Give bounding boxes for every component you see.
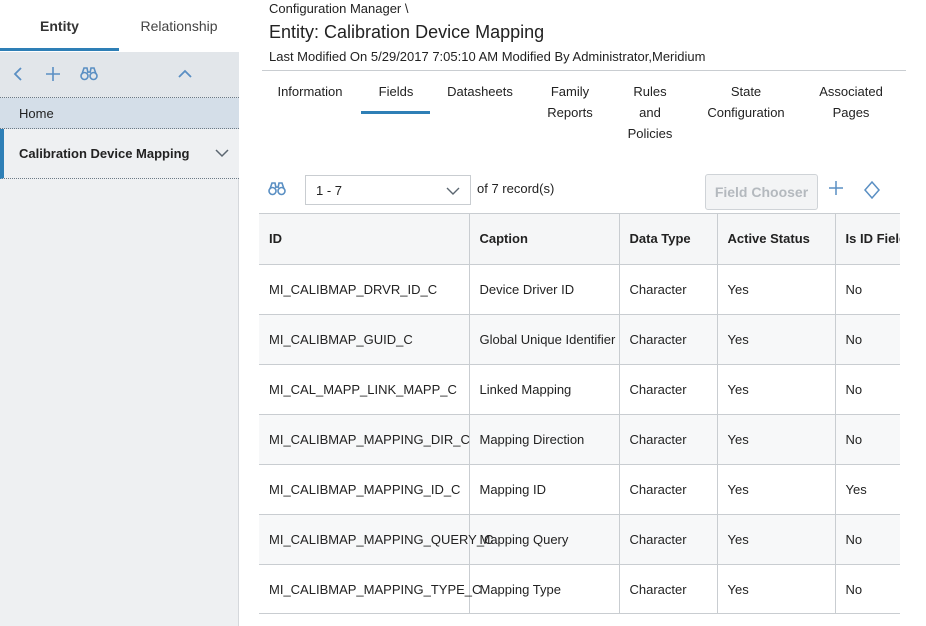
tab-entity[interactable]: Entity xyxy=(0,0,119,52)
cell-id: MI_CAL_MAPP_LINK_MAPP_C xyxy=(259,364,470,415)
table-row[interactable]: MI_CAL_MAPP_LINK_MAPP_C Linked Mapping Cha… xyxy=(259,364,900,415)
active-tab-indicator xyxy=(361,111,430,114)
cell-active-status: Yes xyxy=(717,564,836,613)
table-header-row: ID Caption Data Type Active Status Is ID… xyxy=(259,214,900,265)
table-row[interactable]: MI_CALIBMAP_MAPPING_DIR_C Mapping Directi… xyxy=(259,414,900,465)
cell-id: MI_CALIBMAP_DRVR_ID_C xyxy=(259,264,470,315)
active-tab-indicator xyxy=(0,48,119,51)
cell-active-status: Yes xyxy=(717,514,836,565)
collapse-up-icon[interactable] xyxy=(175,64,195,84)
chevron-down-icon[interactable] xyxy=(215,146,229,160)
cell-is-id-field: No xyxy=(835,414,900,465)
tab-family-reports[interactable]: Family Reports xyxy=(541,81,599,123)
cell-id: MI_CALIBMAP_MAPPING_TYPE_C xyxy=(259,564,481,613)
cell-caption: Mapping ID xyxy=(469,464,620,515)
left-panel-toolbar xyxy=(0,52,239,98)
left-panel-tabs: Entity Relationship xyxy=(0,0,239,52)
cell-is-id-field: No xyxy=(835,364,900,415)
field-chooser-button[interactable]: Field Chooser xyxy=(705,174,818,210)
cell-caption: Mapping Query xyxy=(469,514,620,565)
table-row[interactable]: MI_CALIBMAP_MAPPING_QUERY_C Mapping Query… xyxy=(259,514,900,565)
column-header-is-id-field[interactable]: Is ID Field xyxy=(835,214,900,265)
cell-data-type: Character xyxy=(619,464,718,515)
column-header-active-status[interactable]: Active Status xyxy=(717,214,836,265)
cell-active-status: Yes xyxy=(717,414,836,465)
nav-home[interactable]: Home xyxy=(0,98,239,129)
last-modified: Last Modified On 5/29/2017 7:05:10 AM Mo… xyxy=(269,49,706,64)
cell-active-status: Yes xyxy=(717,264,836,315)
tab-state-configuration[interactable]: State Configuration xyxy=(705,81,787,123)
page-range-value: 1 - 7 xyxy=(316,182,343,198)
cell-is-id-field: Yes xyxy=(835,464,900,515)
divider xyxy=(262,70,906,71)
table-row[interactable]: MI_CALIBMAP_GUID_C Global Unique Identifi… xyxy=(259,314,900,365)
cell-is-id-field: No xyxy=(835,264,900,315)
cell-active-status: Yes xyxy=(717,464,836,515)
cell-caption: Mapping Type xyxy=(469,564,620,613)
cell-data-type: Character xyxy=(619,364,718,415)
add-icon[interactable] xyxy=(827,180,845,200)
breadcrumb[interactable]: Configuration Manager \ xyxy=(269,1,408,16)
sort-icon[interactable] xyxy=(864,181,880,199)
cell-caption: Device Driver ID xyxy=(469,264,620,315)
cell-data-type: Character xyxy=(619,314,718,365)
cell-caption: Global Unique Identifier xyxy=(469,314,620,365)
cell-id: MI_CALIBMAP_GUID_C xyxy=(259,314,470,365)
cell-id: MI_CALIBMAP_MAPPING_ID_C xyxy=(259,464,470,515)
column-header-data-type[interactable]: Data Type xyxy=(619,214,718,265)
cell-active-status: Yes xyxy=(717,364,836,415)
left-panel: Entity Relationship Home Calibration Dev… xyxy=(0,0,239,626)
tab-associated-pages[interactable]: Associated Pages xyxy=(814,81,888,123)
cell-data-type: Character xyxy=(619,264,718,315)
cell-is-id-field: No xyxy=(835,514,900,565)
page-title: Entity: Calibration Device Mapping xyxy=(269,22,545,42)
tab-rules-and-policies[interactable]: Rules and Policies xyxy=(624,81,676,144)
cell-id: MI_CALIBMAP_MAPPING_QUERY_C xyxy=(259,514,493,565)
table-row[interactable]: MI_CALIBMAP_MAPPING_TYPE_C Mapping Type Ch… xyxy=(259,564,900,613)
cell-data-type: Character xyxy=(619,514,718,565)
cell-caption: Mapping Direction xyxy=(469,414,620,465)
cell-is-id-field: No xyxy=(835,564,900,613)
fields-table: ID Caption Data Type Active Status Is ID… xyxy=(259,213,900,614)
cell-is-id-field: No xyxy=(835,314,900,365)
tab-datasheets[interactable]: Datasheets xyxy=(447,81,513,102)
tab-fields[interactable]: Fields xyxy=(372,81,420,102)
table-row[interactable]: MI_CALIBMAP_MAPPING_ID_C Mapping ID Charac… xyxy=(259,464,900,515)
table-row[interactable]: MI_CALIBMAP_DRVR_ID_C Device Driver ID Cha… xyxy=(259,264,900,315)
cell-data-type: Character xyxy=(619,414,718,465)
tab-information[interactable]: Information xyxy=(277,81,343,102)
cell-caption: Linked Mapping xyxy=(469,364,620,415)
add-icon[interactable] xyxy=(43,64,63,84)
column-header-caption[interactable]: Caption xyxy=(469,214,620,265)
cell-data-type: Character xyxy=(619,564,718,613)
nav-item-calibration-device-mapping[interactable]: Calibration Device Mapping xyxy=(0,129,239,179)
chevron-down-icon[interactable] xyxy=(446,184,460,198)
back-icon[interactable] xyxy=(8,64,28,84)
nav-item-label: Calibration Device Mapping xyxy=(19,146,190,161)
column-header-id[interactable]: ID xyxy=(259,214,470,265)
record-count: of 7 record(s) xyxy=(477,181,555,196)
tab-relationship[interactable]: Relationship xyxy=(119,0,239,52)
page-range-select[interactable]: 1 - 7 xyxy=(305,175,471,205)
cell-id: MI_CALIBMAP_MAPPING_DIR_C xyxy=(259,414,470,465)
binoculars-icon[interactable] xyxy=(79,64,99,84)
cell-active-status: Yes xyxy=(717,314,836,365)
binoculars-icon[interactable] xyxy=(268,181,286,197)
